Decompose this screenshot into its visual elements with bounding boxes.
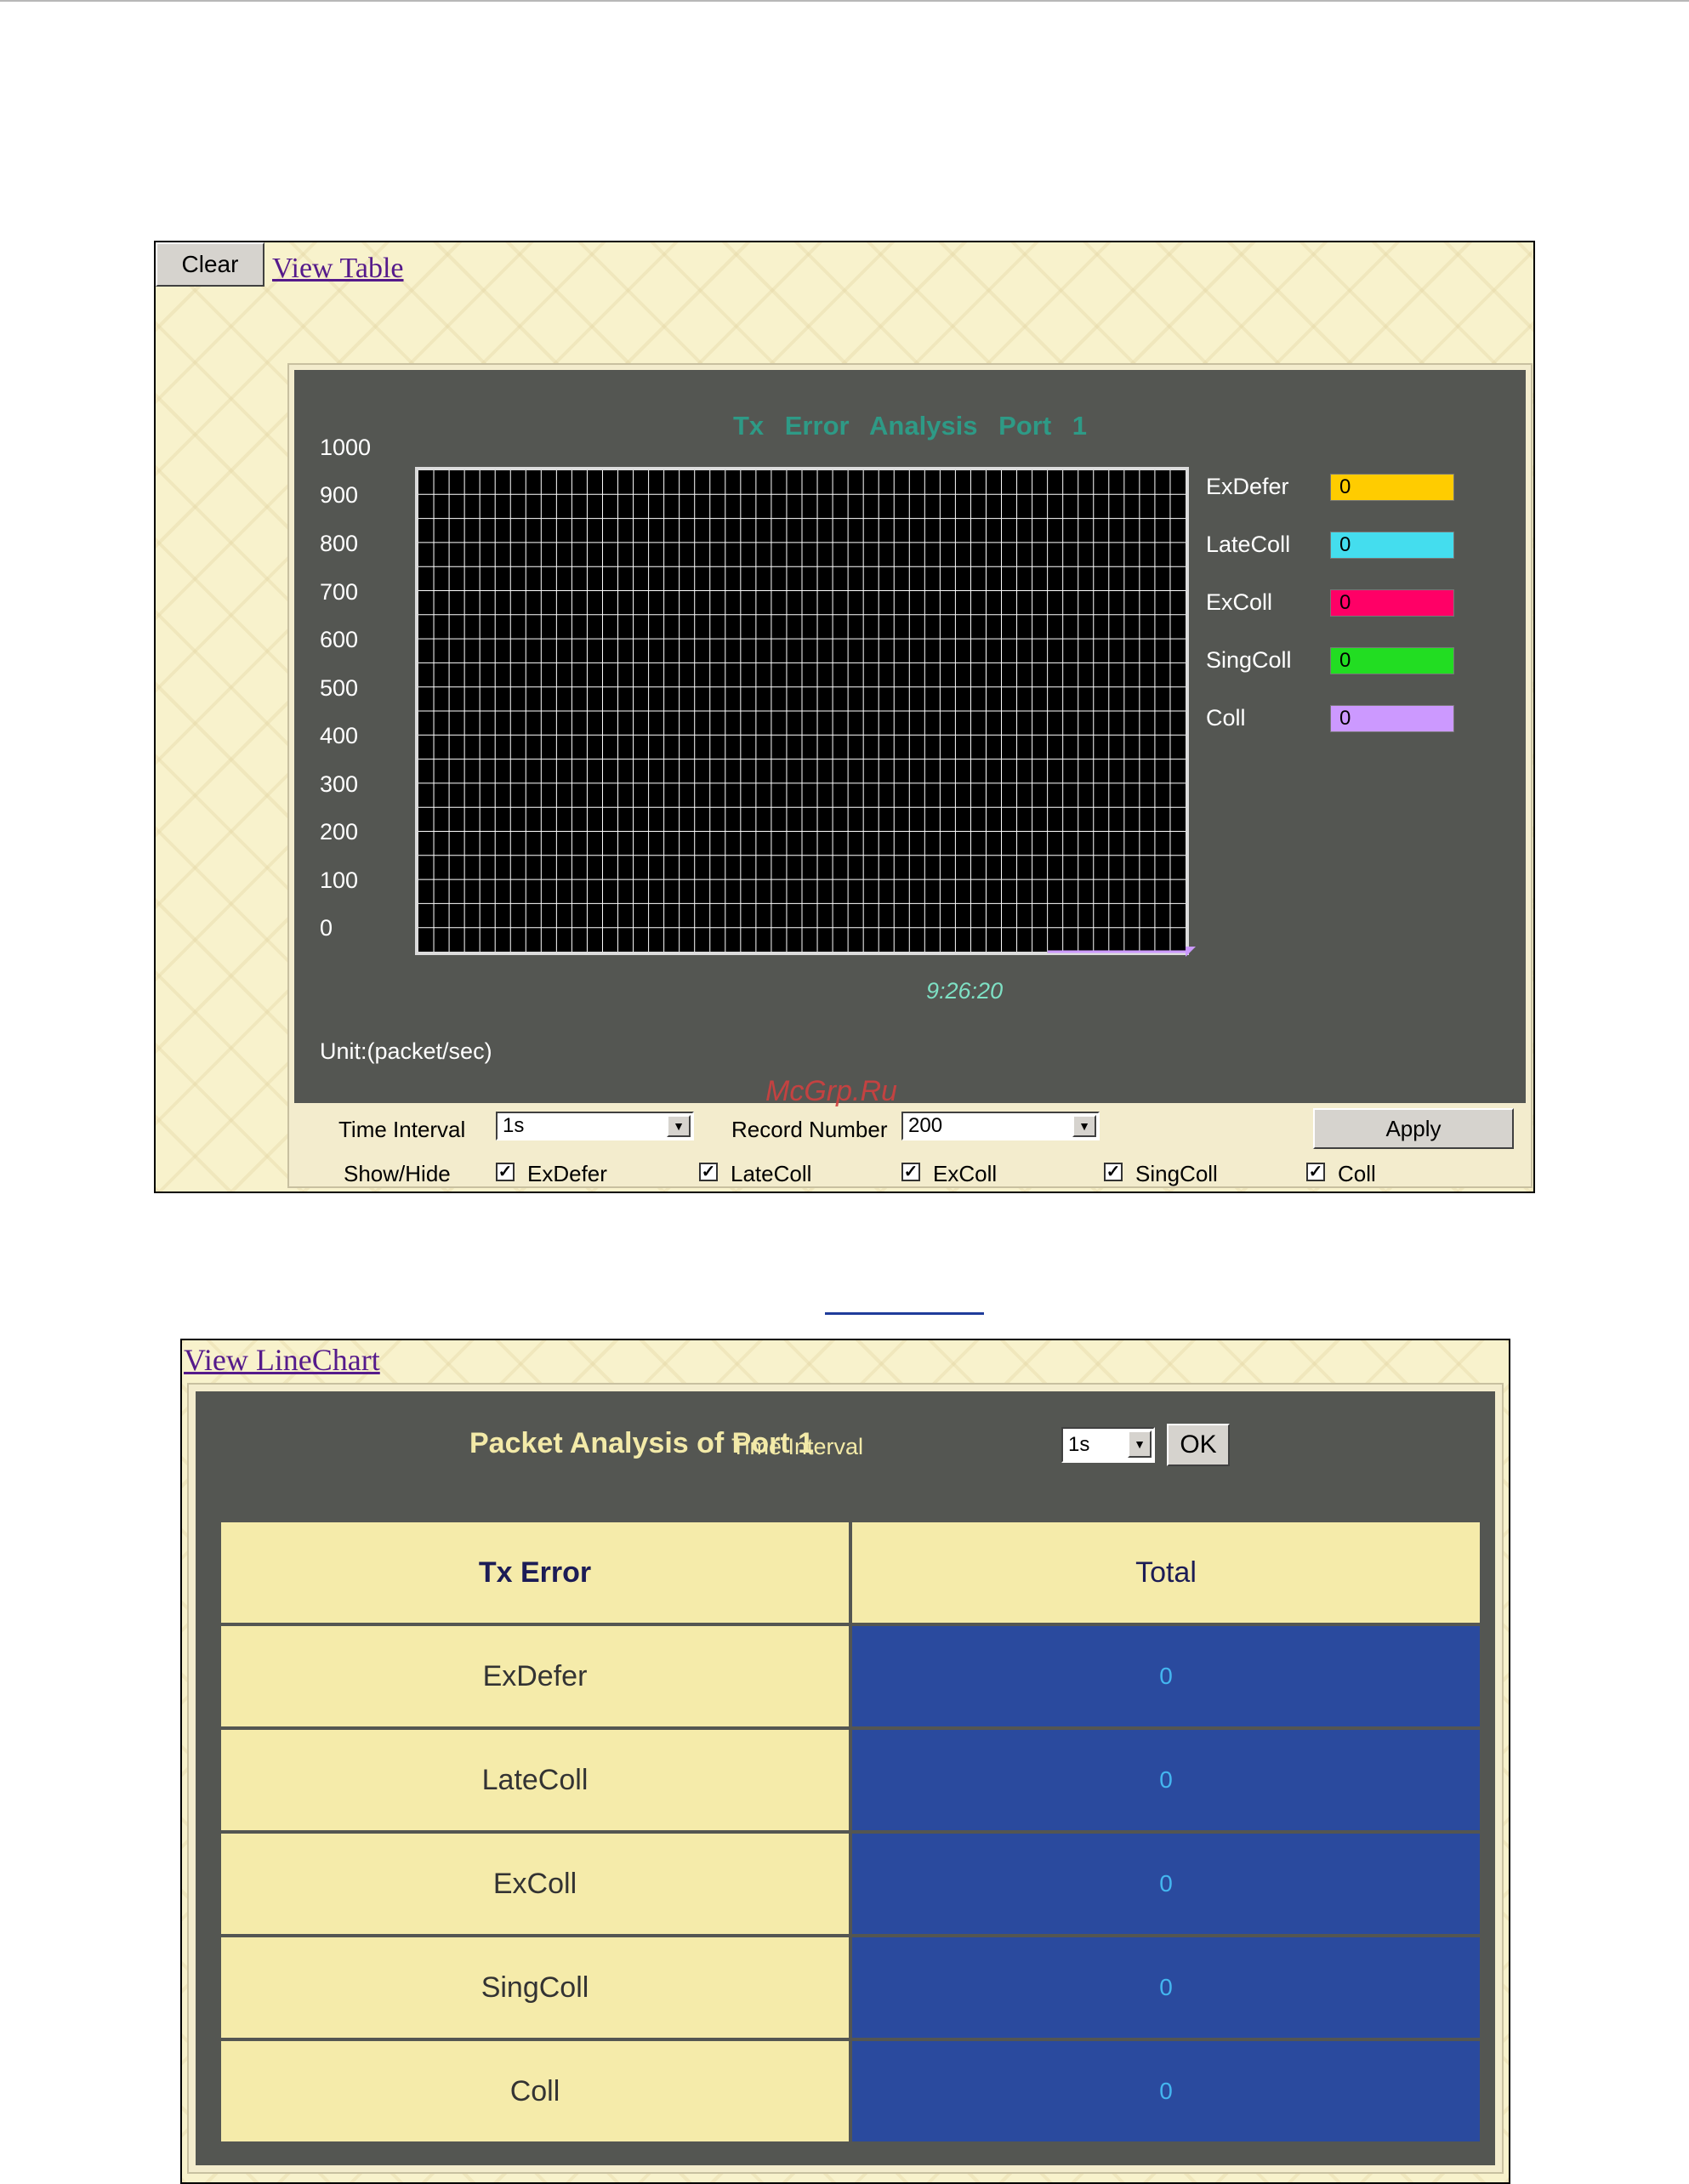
checkbox-exdefer[interactable]: ✓ — [496, 1163, 515, 1181]
plot-area — [415, 467, 1196, 957]
y-tick-label: 300 — [320, 771, 359, 797]
time-interval-select[interactable]: 1s ▼ — [496, 1112, 694, 1140]
y-tick-label: 700 — [320, 579, 359, 605]
show-hide-label: Show/Hide — [344, 1161, 451, 1186]
chart-area: Tx Error Analysis Port 1 1000 900 800 70… — [294, 370, 1526, 1103]
row-name: ExDefer — [221, 1626, 849, 1726]
checkbox-latecoll[interactable]: ✓ — [699, 1163, 718, 1181]
chart-frame: Tx Error Analysis Port 1 1000 900 800 70… — [287, 363, 1533, 1188]
dropdown-arrow-icon[interactable]: ▼ — [667, 1115, 691, 1137]
x-time-label: 9:26:20 — [926, 978, 1004, 1004]
page-top-rule — [0, 0, 1689, 2]
apply-button[interactable]: Apply — [1313, 1108, 1514, 1149]
row-total: 0 — [852, 1626, 1480, 1726]
checkbox-label-excoll: ExColl — [933, 1161, 998, 1186]
legend-label-exdefer: ExDefer — [1206, 474, 1289, 499]
y-tick-label: 900 — [320, 482, 359, 508]
row-name: Coll — [221, 2041, 849, 2141]
table-row: Coll 0 — [221, 2041, 1480, 2141]
tx-error-table: Tx Error Total ExDefer 0 LateColl 0 ExCo… — [218, 1519, 1483, 2145]
legend-value-excoll: 0 — [1330, 589, 1454, 617]
row-name: SingColl — [221, 1937, 849, 2038]
checkbox-singcoll[interactable]: ✓ — [1104, 1163, 1123, 1181]
dropdown-arrow-icon[interactable]: ▼ — [1072, 1115, 1096, 1137]
series-end-marker — [1186, 947, 1196, 957]
legend-label-coll: Coll — [1206, 705, 1246, 731]
legend-value-coll: 0 — [1330, 705, 1454, 732]
table-header-row: Tx Error Total — [221, 1522, 1480, 1623]
separator-link-underline — [825, 1312, 984, 1315]
legend-label-singcoll: SingColl — [1206, 647, 1292, 673]
table-time-interval-select[interactable]: 1s ▼ — [1061, 1427, 1155, 1463]
table-time-interval-value: 1s — [1068, 1433, 1090, 1456]
checkbox-label-coll: Coll — [1338, 1161, 1376, 1186]
y-tick-label: 500 — [320, 675, 359, 701]
legend-value-exdefer: 0 — [1330, 474, 1454, 501]
row-total: 0 — [852, 1834, 1480, 1934]
table-frame: Packet Analysis of Port 1 Time Interval … — [187, 1383, 1504, 2174]
line-chart-panel: Clear View Table Tx Error Analysis Port … — [154, 241, 1535, 1193]
chart-title: Tx Error Analysis Port 1 — [732, 411, 1088, 441]
table-area: Packet Analysis of Port 1 Time Interval … — [196, 1391, 1495, 2165]
time-interval-label: Time Interval — [338, 1117, 466, 1142]
y-tick-label: 100 — [320, 867, 359, 893]
table-row: ExDefer 0 — [221, 1626, 1480, 1726]
y-tick-label: 1000 — [320, 435, 372, 460]
y-tick-label: 200 — [320, 819, 359, 845]
time-interval-value: 1s — [503, 1114, 525, 1137]
checkbox-label-singcoll: SingColl — [1135, 1161, 1218, 1186]
table-row: SingColl 0 — [221, 1937, 1480, 2038]
checkbox-label-exdefer: ExDefer — [527, 1161, 607, 1186]
header-total: Total — [852, 1522, 1480, 1623]
table-panel: View LineChart Packet Analysis of Port 1… — [180, 1339, 1510, 2184]
watermark-text: McGrp.Ru — [765, 1075, 897, 1107]
checkbox-label-latecoll: LateColl — [731, 1161, 812, 1186]
y-tick-label: 600 — [320, 627, 359, 652]
dropdown-arrow-icon[interactable]: ▼ — [1128, 1430, 1152, 1458]
checkbox-coll[interactable]: ✓ — [1306, 1163, 1325, 1181]
legend-value-latecoll: 0 — [1330, 532, 1454, 559]
table-row: LateColl 0 — [221, 1730, 1480, 1830]
y-tick-label: 0 — [320, 915, 333, 941]
header-tx-error: Tx Error — [221, 1522, 849, 1623]
y-tick-label: 400 — [320, 723, 359, 748]
ok-button[interactable]: OK — [1167, 1424, 1230, 1466]
view-linechart-link[interactable]: View LineChart — [184, 1342, 380, 1378]
table-row: ExColl 0 — [221, 1834, 1480, 1934]
legend-value-singcoll: 0 — [1330, 647, 1454, 674]
row-name: ExColl — [221, 1834, 849, 1934]
legend-label-latecoll: LateColl — [1206, 532, 1291, 557]
record-number-select[interactable]: 200 ▼ — [901, 1112, 1100, 1140]
table-time-interval-label: Time Interval — [731, 1434, 864, 1459]
row-name: LateColl — [221, 1730, 849, 1830]
view-table-link[interactable]: View Table — [272, 253, 404, 285]
row-total: 0 — [852, 1730, 1480, 1830]
legend-label-excoll: ExColl — [1206, 589, 1273, 615]
row-total: 0 — [852, 1937, 1480, 2038]
record-number-label: Record Number — [731, 1117, 888, 1142]
y-tick-label: 800 — [320, 531, 359, 556]
record-number-value: 200 — [908, 1114, 943, 1137]
row-total: 0 — [852, 2041, 1480, 2141]
unit-label: Unit:(packet/sec) — [320, 1038, 492, 1064]
clear-button[interactable]: Clear — [156, 242, 264, 287]
checkbox-excoll[interactable]: ✓ — [901, 1163, 920, 1181]
